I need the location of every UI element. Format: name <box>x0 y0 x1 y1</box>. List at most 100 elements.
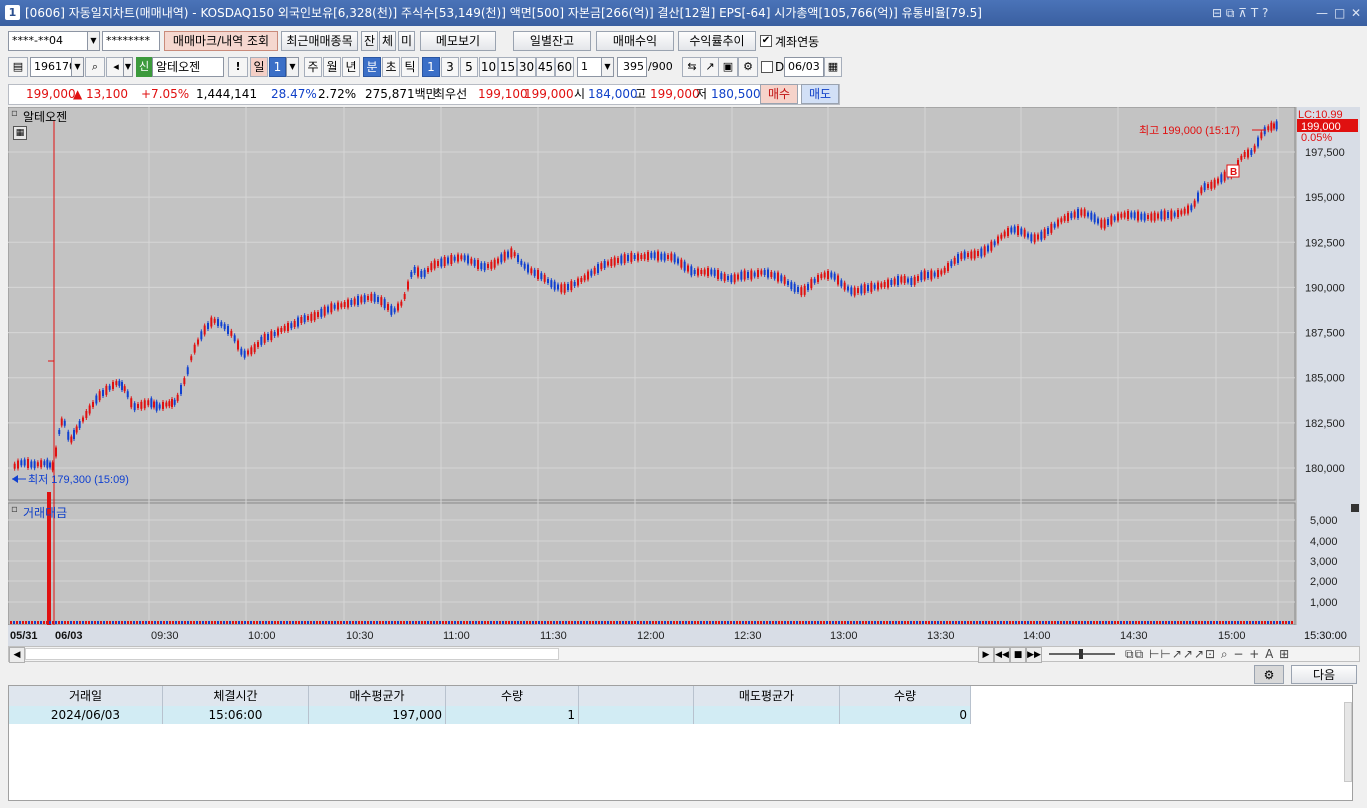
layout-icon[interactable]: ▤ <box>8 57 28 77</box>
scroll-right-button[interactable]: ▶ <box>978 647 994 663</box>
chart-tool-icons[interactable]: ⧉⧉ ⊢⊢↗↗↗⊡ ⌕ − + A ⊞ <box>1125 647 1290 662</box>
buy-button[interactable]: 매수 <box>760 84 798 104</box>
rewind-icon[interactable]: ◀◀ <box>994 647 1010 663</box>
candle-body <box>803 285 806 295</box>
candle-body <box>17 460 19 469</box>
trade-mark-query-button[interactable]: 매매마크/내역 조회 <box>164 31 278 51</box>
col-blank[interactable] <box>579 686 694 706</box>
table-row-date[interactable]: 2024/06/03 <box>9 706 163 724</box>
table-row-time[interactable]: 15:06:00 <box>163 706 309 724</box>
minute-45-button[interactable]: 45 <box>536 57 555 77</box>
candle-body <box>643 254 646 260</box>
zoom-slider-handle[interactable] <box>1079 649 1083 659</box>
count-input[interactable]: 395 <box>617 57 647 77</box>
price-chart-area[interactable]: 197,500 195,000 192,500 190,000 187,500 185,0… <box>8 107 1360 647</box>
close-icon[interactable]: ✕ <box>1351 0 1361 26</box>
period-month-button[interactable]: 월 <box>323 57 341 77</box>
window-tool-icons[interactable]: ⊟ ⧉ ⊼ T ? <box>1212 0 1268 26</box>
scroll-thumb[interactable] <box>25 648 559 660</box>
volume-bar <box>436 621 438 624</box>
chart-scrollbar[interactable]: ◀ ▶ ◀◀ ■ ▶▶ ⧉⧉ ⊢⊢↗↗↗⊡ ⌕ − + A ⊞ <box>8 646 1360 663</box>
calendar-icon[interactable]: ▦ <box>824 57 842 77</box>
minute-1-button[interactable]: 1 <box>422 57 440 77</box>
minute-30-button[interactable]: 30 <box>517 57 536 77</box>
return-trend-button[interactable]: 수익률추이 <box>678 31 756 51</box>
minute-3-button[interactable]: 3 <box>441 57 459 77</box>
search-icon[interactable]: ⌕ <box>85 57 105 77</box>
volume-bar <box>607 621 609 624</box>
col-exec-time[interactable]: 체결시간 <box>163 686 309 706</box>
settings-icon[interactable]: ⚙ <box>1254 665 1284 684</box>
stock-name-field[interactable]: 알테오젠 <box>152 57 224 77</box>
date-checkbox[interactable] <box>761 61 773 73</box>
minute-15-button[interactable]: 15 <box>498 57 517 77</box>
candle-body <box>670 253 673 261</box>
minute-60-button[interactable]: 60 <box>555 57 574 77</box>
table-row-sell-qty[interactable]: 0 <box>840 706 971 724</box>
col-buy-avg[interactable]: 매수평균가 <box>309 686 446 706</box>
col-buy-qty[interactable]: 수량 <box>446 686 579 706</box>
account-dropdown[interactable]: ▼ <box>87 31 100 51</box>
alert-icon[interactable]: ! <box>228 57 248 77</box>
table-row-buy-qty[interactable]: 1 <box>446 706 579 724</box>
col-trade-date[interactable]: 거래일 <box>9 686 163 706</box>
stock-code-input[interactable]: 196170 <box>30 57 72 77</box>
gear-icon[interactable]: ⚙ <box>738 57 758 77</box>
compare-icon[interactable]: ⇆ <box>682 57 702 77</box>
unfilled-button[interactable]: 미 <box>398 31 415 51</box>
account-link-checkbox[interactable]: ✔ <box>760 35 772 47</box>
password-input[interactable]: ******** <box>102 31 160 51</box>
day-count-dropdown[interactable]: ▼ <box>286 57 299 77</box>
daily-balance-button[interactable]: 일별잔고 <box>513 31 591 51</box>
minute-10-button[interactable]: 10 <box>479 57 498 77</box>
period-day-button[interactable]: 일 <box>250 57 268 77</box>
next-button[interactable]: 다음 <box>1291 665 1357 684</box>
stock-code-dropdown[interactable]: ▼ <box>71 57 84 77</box>
balance-button[interactable]: 잔 <box>361 31 378 51</box>
drawing-icon[interactable]: ↗ <box>700 57 720 77</box>
table-row-sell-avg[interactable] <box>694 706 840 724</box>
fast-forward-icon[interactable]: ▶▶ <box>1026 647 1042 663</box>
minimize-icon[interactable]: — <box>1316 0 1328 26</box>
date-input[interactable]: 06/03 <box>784 57 824 77</box>
period-year-button[interactable]: 년 <box>342 57 360 77</box>
maximize-icon[interactable]: □ <box>1334 0 1345 26</box>
stop-icon[interactable]: ■ <box>1010 647 1026 663</box>
chart-table-icon[interactable]: ▦ <box>13 126 27 140</box>
table-row-buy-avg[interactable]: 197,000 <box>309 706 446 724</box>
sell-button[interactable]: 매도 <box>801 84 839 104</box>
period-minute-button[interactable]: 분 <box>363 57 381 77</box>
x-tick-label: 10:00 <box>248 630 276 642</box>
account-number-input[interactable]: ****-**04 <box>8 31 88 51</box>
save-icon[interactable]: ▣ <box>718 57 738 77</box>
table-row-blank[interactable] <box>579 706 694 724</box>
speaker-dropdown[interactable]: ▼ <box>123 57 133 77</box>
period-week-button[interactable]: 주 <box>304 57 322 77</box>
volume-bar <box>1096 621 1098 624</box>
interval-dropdown[interactable]: ▼ <box>601 57 614 77</box>
candle-body <box>257 342 259 347</box>
interval-input[interactable]: 1 <box>577 57 602 77</box>
panel-close-icon[interactable] <box>1351 504 1359 512</box>
candle-body <box>677 258 679 264</box>
volume-bar <box>910 621 912 624</box>
candle-body <box>737 274 739 280</box>
col-sell-qty[interactable]: 수량 <box>840 686 971 706</box>
day-count-value[interactable]: 1 <box>269 57 286 77</box>
candle-body <box>1203 183 1206 191</box>
candle-body <box>840 280 843 287</box>
period-tick-button[interactable]: 틱 <box>401 57 419 77</box>
recent-trades-button[interactable]: 최근매매종목 <box>281 31 358 51</box>
candle-body <box>480 263 483 270</box>
volume-bar <box>151 621 153 624</box>
best-quote-label: 최우선 <box>434 87 468 101</box>
period-second-button[interactable]: 초 <box>382 57 400 77</box>
scroll-left-button[interactable]: ◀ <box>9 647 25 663</box>
col-sell-avg[interactable]: 매도평균가 <box>694 686 840 706</box>
execution-button[interactable]: 체 <box>379 31 396 51</box>
table-scrollbar[interactable] <box>1344 702 1352 782</box>
candlestick-chart[interactable]: 197,500 195,000 192,500 190,000 187,500 185,0… <box>8 107 1360 647</box>
trade-profit-button[interactable]: 매매수익 <box>596 31 674 51</box>
minute-5-button[interactable]: 5 <box>460 57 478 77</box>
memo-view-button[interactable]: 메모보기 <box>420 31 496 51</box>
